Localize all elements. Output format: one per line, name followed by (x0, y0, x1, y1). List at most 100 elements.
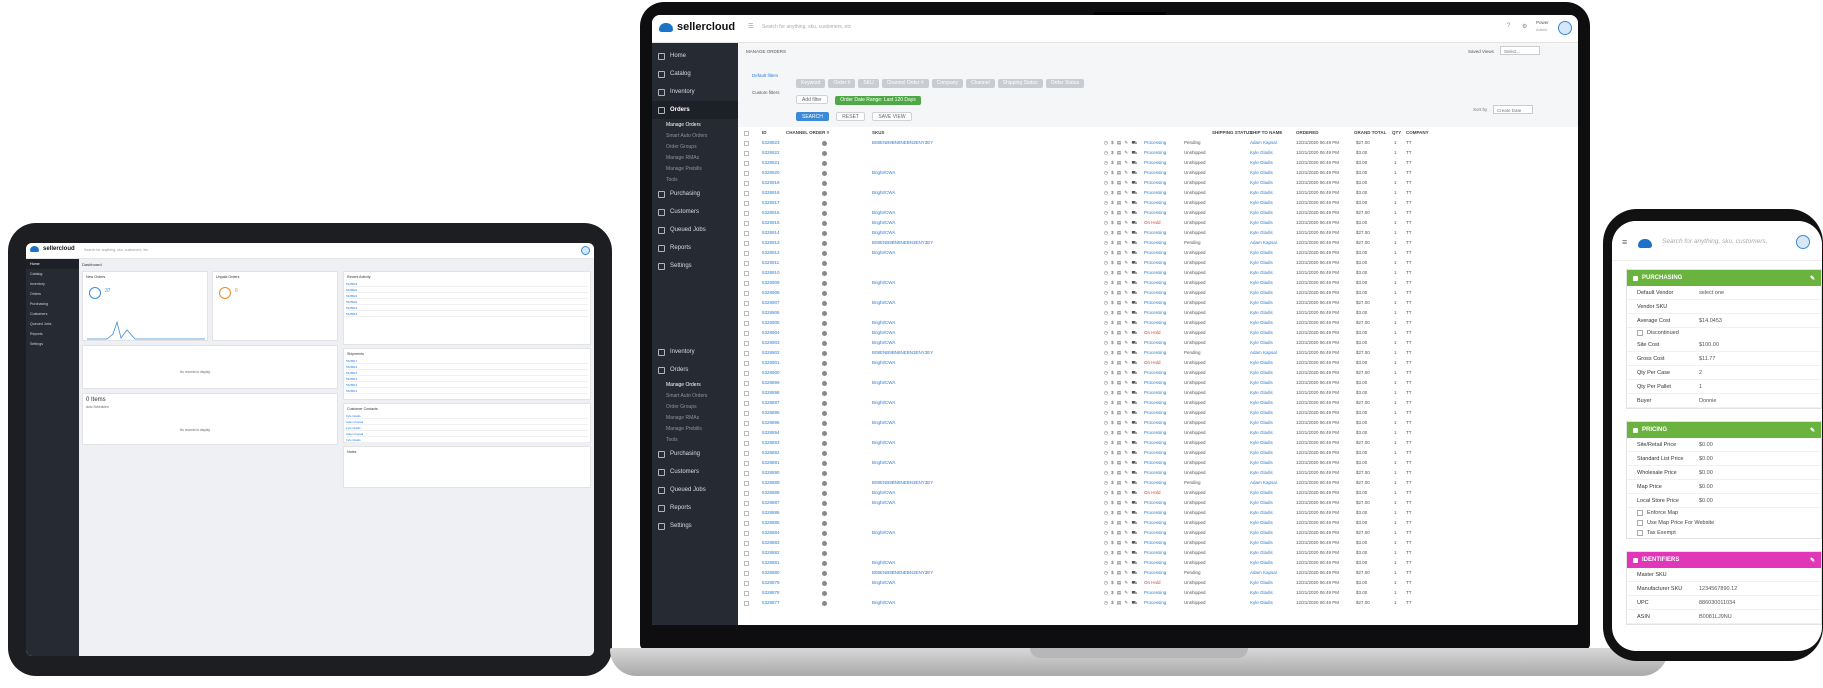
sidebar-item[interactable]: Queued Jobs (652, 221, 738, 239)
sidebar-item[interactable]: Purchasing (26, 299, 79, 309)
ship-to-name[interactable]: Adam Kapsal (1250, 480, 1277, 485)
ship-to-name[interactable]: Kyle Gladis (1250, 150, 1273, 155)
table-row[interactable]: 5328883 ◷ $ ▤ ✎ ⛟ Processing Unshipped Kyle … (744, 539, 1444, 548)
field-value[interactable]: $0.00 (1699, 442, 1713, 448)
row-checkbox[interactable] (744, 231, 749, 236)
row-link[interactable]: 5328915 (346, 371, 357, 375)
sort-select[interactable]: Create Date (1493, 105, 1533, 114)
sidebar-item[interactable]: Orders (652, 361, 738, 379)
ship-to-name[interactable]: Kyle Gladis (1250, 370, 1273, 375)
order-id-link[interactable]: 5328911 (762, 260, 779, 265)
row-checkbox[interactable] (744, 601, 749, 606)
table-row[interactable]: 5328894 ◷ $ ▤ ✎ ⛟ Processing Unshipped Kyle … (744, 429, 1444, 438)
row-checkbox[interactable] (744, 251, 749, 256)
ship-to-name[interactable]: Kyle Gladis (1250, 270, 1273, 275)
select-all-checkbox[interactable] (744, 131, 749, 136)
sku-link[interactable]: B08ENB9BN8NEBN3ENY3EY (872, 350, 933, 355)
sidebar-item[interactable]: Orders (652, 101, 738, 119)
row-link[interactable]: 5328918 (346, 312, 357, 316)
table-row[interactable]: 5328884 Bright/CWA ◷ $ ▤ ✎ ⛟ Processing Unsh… (744, 529, 1444, 538)
sku-link[interactable]: B08ENB9BN8NEBN3ENY3EY (872, 480, 933, 485)
row-checkbox[interactable] (744, 281, 749, 286)
table-row[interactable]: 5328893 Bright/CWA ◷ $ ▤ ✎ ⛟ Processing Unsh… (744, 439, 1444, 448)
ship-to-name[interactable]: Kyle Gladis (1250, 470, 1273, 475)
mini-row[interactable]: 5328918 (346, 312, 588, 317)
sku-link[interactable]: Bright/CWA (872, 170, 895, 175)
row-link[interactable]: Adam Kapsal (346, 432, 363, 436)
table-row[interactable]: 5328879 Bright/CWA ◷ $ ▤ ✎ ⛟ On Hold Unshipp… (744, 579, 1444, 588)
sidebar-subitem[interactable]: Order Groups (652, 401, 738, 412)
column-header[interactable]: ORDERED (1296, 130, 1319, 135)
row-checkbox[interactable] (744, 301, 749, 306)
ship-to-name[interactable]: Kyle Gladis (1250, 310, 1273, 315)
table-row[interactable]: 5328881 Bright/CWA ◷ $ ▤ ✎ ⛟ Processing Unsh… (744, 559, 1444, 568)
order-id-link[interactable]: 5328912 (762, 250, 780, 255)
table-row[interactable]: 5328898 ◷ $ ▤ ✎ ⛟ Processing Unshipped Kyle … (744, 389, 1444, 398)
ship-to-name[interactable]: Kyle Gladis (1250, 230, 1273, 235)
order-id-link[interactable]: 5328903 (762, 340, 780, 345)
field-value[interactable]: $0.00 (1699, 456, 1713, 462)
row-checkbox[interactable] (744, 171, 749, 176)
sku-link[interactable]: Bright/CWA (872, 190, 895, 195)
row-link[interactable]: 5328916 (346, 365, 357, 369)
table-row[interactable]: 5328913 B08ENB9BN8NEBN3ENY3EY ◷ $ ▤ ✎ ⛟ Pro… (744, 239, 1444, 248)
sidebar-item[interactable]: Customers (26, 309, 79, 319)
sku-link[interactable]: Bright/CWA (872, 380, 895, 385)
row-link[interactable]: Adam Kapsal (346, 420, 363, 424)
mini-row[interactable]: 5328922 (346, 288, 588, 293)
sidebar-subitem[interactable]: Manage Prebills (652, 423, 738, 434)
table-row[interactable]: 5328918 Bright/CWA ◷ $ ▤ ✎ ⛟ Processing Unsh… (744, 189, 1444, 198)
table-row[interactable]: 5328885 ◷ $ ▤ ✎ ⛟ Processing Unshipped Kyle … (744, 519, 1444, 528)
ship-to-name[interactable]: Kyle Gladis (1250, 200, 1273, 205)
field-value[interactable]: $0.00 (1699, 484, 1713, 490)
row-checkbox[interactable] (744, 221, 749, 226)
table-row[interactable]: 5328920 Bright/CWA ◷ $ ▤ ✎ ⛟ Processing Unsh… (744, 169, 1444, 178)
ship-to-name[interactable]: Kyle Gladis (1250, 250, 1273, 255)
table-row[interactable]: 5328888 Bright/CWA ◷ $ ▤ ✎ ⛟ On Hold Unshipp… (744, 489, 1444, 498)
order-id-link[interactable]: 5328892 (762, 450, 780, 455)
sidebar-item[interactable]: Orders (26, 289, 79, 299)
row-link[interactable]: 5328923 (346, 282, 357, 286)
mini-row[interactable]: 5328919 (346, 306, 588, 311)
sku-link[interactable]: Bright/CWA (872, 530, 895, 535)
checkbox[interactable] (1637, 330, 1643, 336)
ship-to-name[interactable]: Kyle Gladis (1250, 580, 1273, 585)
ship-to-name[interactable]: Kyle Gladis (1250, 220, 1273, 225)
sku-link[interactable]: Bright/CWA (872, 490, 895, 495)
filter-chip[interactable]: Shipping Status (997, 79, 1043, 88)
ship-to-name[interactable]: Kyle Gladis (1250, 170, 1273, 175)
table-row[interactable]: 5328897 Bright/CWA ◷ $ ▤ ✎ ⛟ Processing Unsh… (744, 399, 1444, 408)
sku-link[interactable]: Bright/CWA (872, 440, 895, 445)
order-id-link[interactable]: 5328900 (762, 370, 780, 375)
row-checkbox[interactable] (744, 331, 749, 336)
table-row[interactable]: 5328901 Bright/CWA ◷ $ ▤ ✎ ⛟ On Hold Unshipp… (744, 359, 1444, 368)
field-value[interactable]: $11.77 (1699, 356, 1715, 362)
mini-row[interactable]: Kyle Gladis (346, 438, 588, 443)
order-id-link[interactable]: 5328894 (762, 430, 780, 435)
table-row[interactable]: 5328919 ◷ $ ▤ ✎ ⛟ Processing Unshipped Kyle … (744, 179, 1444, 188)
row-checkbox[interactable] (744, 451, 749, 456)
row-checkbox[interactable] (744, 531, 749, 536)
row-checkbox[interactable] (744, 261, 749, 266)
ship-to-name[interactable]: Kyle Gladis (1250, 550, 1273, 555)
help-icon[interactable]: ? (1507, 23, 1510, 29)
avatar[interactable] (1558, 21, 1572, 35)
table-row[interactable]: 5328895 Bright/CWA ◷ $ ▤ ✎ ⛟ Processing Unsh… (744, 419, 1444, 428)
save-view-button[interactable]: SAVE VIEW (872, 112, 912, 121)
order-id-link[interactable]: 5328886 (762, 510, 780, 515)
order-id-link[interactable]: 5328880 (762, 570, 780, 575)
menu-icon[interactable]: ☰ (748, 23, 753, 30)
sidebar-item[interactable]: Home (652, 47, 738, 65)
table-row[interactable]: 5328910 ◷ $ ▤ ✎ ⛟ Processing Unshipped Kyle … (744, 269, 1444, 278)
row-checkbox[interactable] (744, 431, 749, 436)
field-value[interactable]: $100.00 (1699, 342, 1719, 348)
table-row[interactable]: 5328908 ◷ $ ▤ ✎ ⛟ Processing Unshipped Kyle … (744, 289, 1444, 298)
table-row[interactable]: 5328891 Bright/CWA ◷ $ ▤ ✎ ⛟ Processing Unsh… (744, 459, 1444, 468)
order-id-link[interactable]: 5328914 (762, 230, 780, 235)
row-checkbox[interactable] (744, 311, 749, 316)
sidebar-item[interactable]: Purchasing (652, 445, 738, 463)
row-checkbox[interactable] (744, 591, 749, 596)
ship-to-name[interactable]: Kyle Gladis (1250, 410, 1273, 415)
mini-row[interactable]: 5328914 (346, 377, 588, 382)
table-row[interactable]: 5328902 B08ENB9BN8NEBN3ENY3EY ◷ $ ▤ ✎ ⛟ Pro… (744, 349, 1444, 358)
